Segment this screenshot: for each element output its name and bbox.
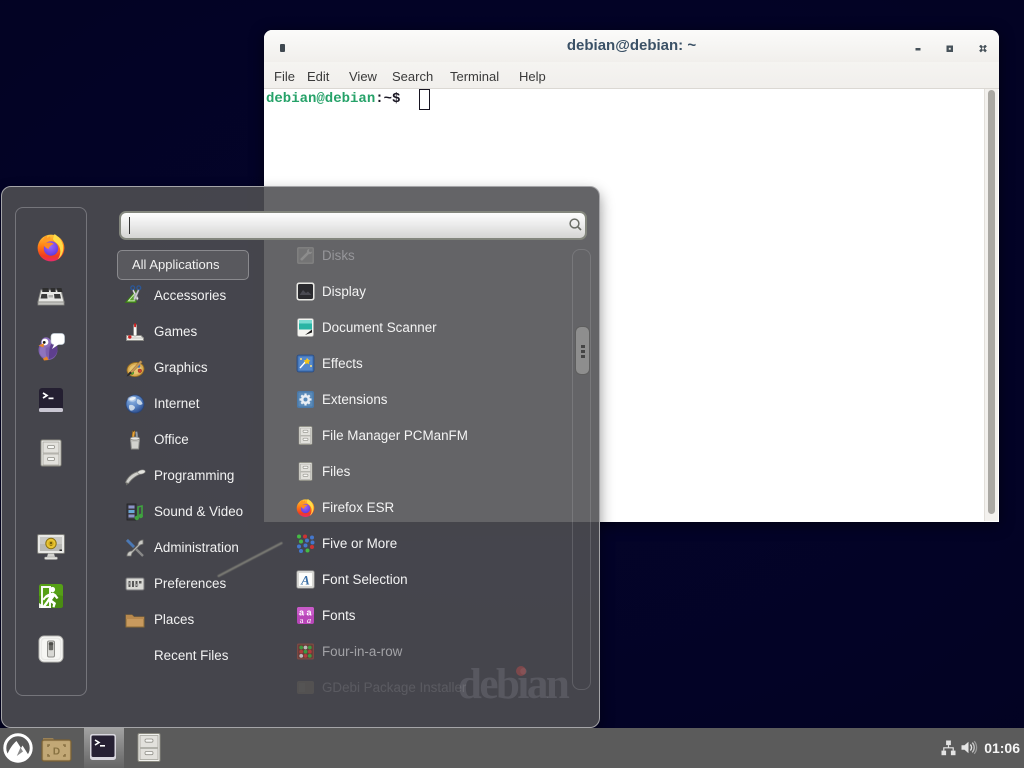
svg-text:a: a xyxy=(300,615,304,625)
svg-text:A: A xyxy=(300,573,310,588)
svg-text:a: a xyxy=(307,615,311,625)
svg-text:D: D xyxy=(53,747,60,758)
